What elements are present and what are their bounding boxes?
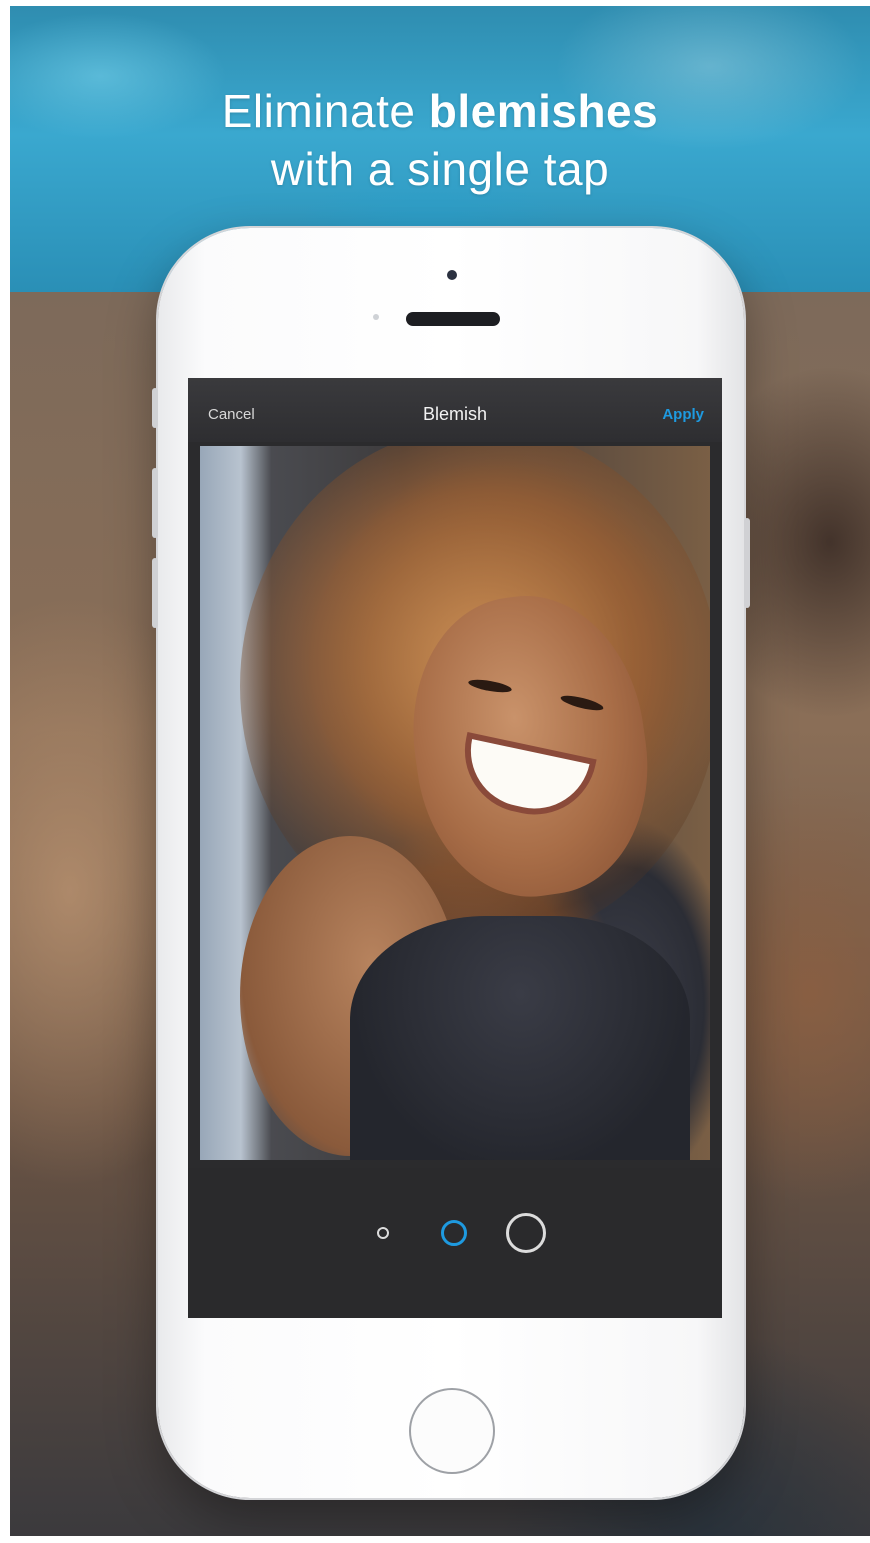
headline-line-1: Eliminate blemishes (10, 82, 870, 140)
proximity-sensor (373, 314, 379, 320)
headline-bold-text: blemishes (428, 85, 659, 137)
nav-bar: Cancel Blemish Apply (188, 378, 722, 442)
promo-frame: Eliminate blemishes with a single tap Ca… (10, 6, 870, 1536)
home-button[interactable] (409, 1388, 495, 1474)
apply-button[interactable]: Apply (662, 406, 704, 423)
app-screen: Cancel Blemish Apply (188, 378, 722, 1318)
mute-switch (152, 388, 158, 428)
earpiece-speaker (406, 312, 500, 326)
brush-large-icon[interactable] (506, 1213, 546, 1253)
phone-device: Cancel Blemish Apply (152, 228, 750, 1498)
brush-small-icon[interactable] (377, 1227, 389, 1239)
power-button (744, 518, 750, 608)
volume-down-button (152, 558, 158, 628)
volume-up-button (152, 468, 158, 538)
front-camera-icon (447, 270, 457, 280)
screen-title: Blemish (422, 404, 488, 424)
headline: Eliminate blemishes with a single tap (10, 82, 870, 198)
photo-shirt-region (350, 916, 690, 1160)
brush-size-toolbar (188, 1168, 722, 1318)
cancel-button[interactable]: Cancel (208, 406, 255, 423)
headline-regular-text: Eliminate (221, 85, 416, 137)
headline-line-2: with a single tap (270, 143, 610, 195)
brush-medium-icon[interactable] (441, 1220, 467, 1246)
edit-photo-canvas[interactable] (200, 446, 710, 1160)
